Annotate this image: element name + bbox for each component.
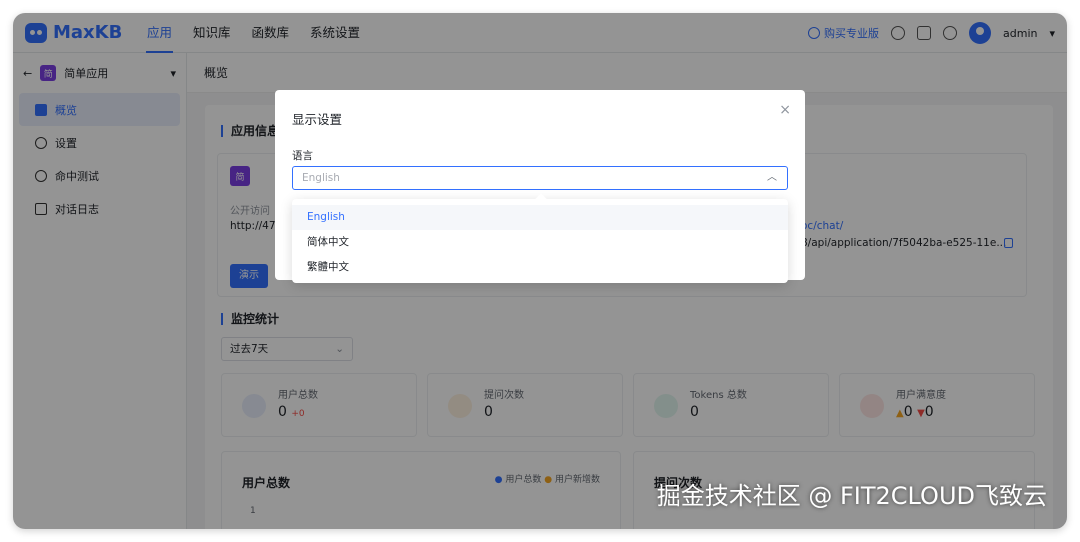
language-select-value: English <box>302 172 340 184</box>
option-simplified-chinese[interactable]: 简体中文 <box>292 230 788 255</box>
language-label: 语言 <box>292 150 313 162</box>
chevron-up-icon: ︿ <box>767 172 777 183</box>
close-icon[interactable]: × <box>779 102 791 118</box>
dialog-title: 显示设置 <box>292 112 343 127</box>
language-select[interactable]: English ︿ <box>292 166 788 190</box>
app-window: MaxKB 应用 知识库 函数库 系统设置 购买专业版 admin ▾ ← 简 简… <box>13 13 1067 529</box>
language-dropdown: English 简体中文 繁體中文 <box>292 199 788 283</box>
watermark: 掘金技术社区 @ FIT2CLOUD飞致云 <box>656 482 1047 510</box>
option-traditional-chinese[interactable]: 繁體中文 <box>292 255 788 280</box>
option-english[interactable]: English <box>292 205 788 230</box>
